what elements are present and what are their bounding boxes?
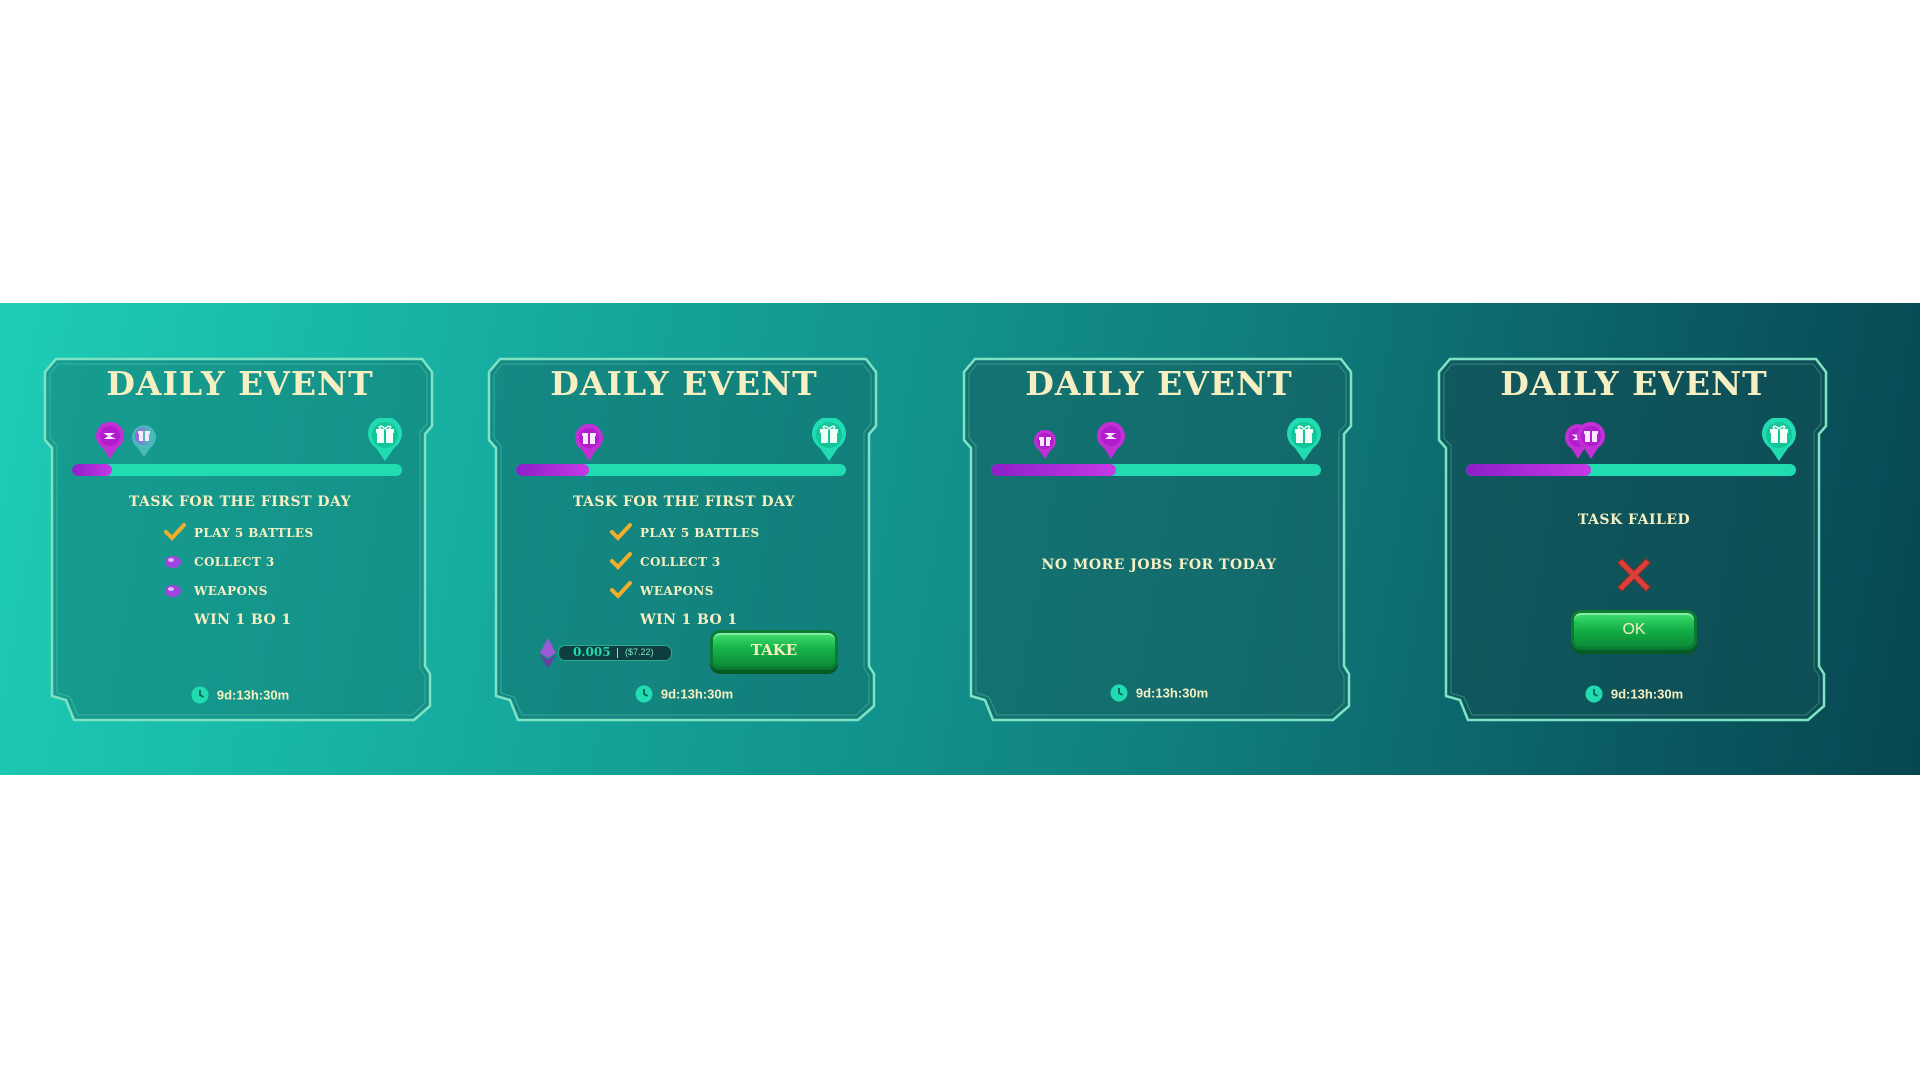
task-item: WEAPONS bbox=[165, 584, 268, 598]
task-item: WEAPONS bbox=[610, 581, 714, 599]
card-title: DAILY EVENT bbox=[1025, 364, 1293, 403]
task-subtitle: TASK FOR THE FIRST DAY bbox=[572, 494, 796, 510]
ok-button[interactable]: OK bbox=[1571, 610, 1697, 650]
reward-usd: ($7.22) bbox=[625, 647, 654, 657]
card-title: DAILY EVENT bbox=[550, 364, 818, 403]
task-subtitle: TASK FOR THE FIRST DAY bbox=[128, 494, 352, 510]
gift-icon bbox=[131, 424, 157, 458]
progress-fill bbox=[991, 464, 1117, 476]
lightning-icon bbox=[1096, 422, 1126, 460]
fail-x-icon bbox=[1617, 558, 1651, 592]
task-item: PLAY 5 BATTLES bbox=[164, 523, 314, 541]
progress-fill bbox=[1466, 464, 1592, 476]
countdown-timer: 9d:13h:30m bbox=[42, 686, 438, 704]
clock-icon bbox=[1110, 684, 1128, 702]
reward-eth: 0.005 bbox=[573, 645, 611, 659]
clock-icon bbox=[191, 686, 209, 704]
check-icon bbox=[610, 523, 632, 541]
gift-icon bbox=[1286, 418, 1322, 462]
take-button[interactable]: TAKE bbox=[710, 630, 838, 670]
daily-event-card-1: DAILY EVENT TASK FOR THE FIRST DAY PLAY … bbox=[42, 356, 438, 722]
clock-icon bbox=[1585, 685, 1603, 703]
card-frame bbox=[962, 357, 1353, 722]
gift-icon bbox=[811, 418, 847, 462]
card-frame bbox=[1437, 357, 1828, 722]
task-item: WIN 1 BO 1 bbox=[640, 612, 738, 628]
gift-icon bbox=[1576, 422, 1606, 460]
ethereum-icon bbox=[540, 638, 556, 668]
daily-event-card-4: DAILY EVENT TASK FAILED OK 9d:13h:30m bbox=[1436, 356, 1832, 722]
task-failed-text: TASK FAILED bbox=[1577, 512, 1691, 528]
progress-bar bbox=[72, 464, 402, 476]
purple-gem-icon bbox=[165, 585, 181, 597]
gift-icon bbox=[1033, 430, 1057, 460]
task-item: WIN 1 BO 1 bbox=[194, 612, 292, 628]
reward-amount: 0.005 ($7.22) bbox=[558, 645, 672, 661]
progress-fill bbox=[72, 464, 112, 476]
countdown-timer: 9d:13h:30m bbox=[961, 684, 1357, 702]
check-icon bbox=[610, 581, 632, 599]
countdown-timer: 9d:13h:30m bbox=[1436, 685, 1832, 703]
task-item: COLLECT 3 bbox=[165, 555, 275, 569]
card-title: DAILY EVENT bbox=[1500, 364, 1768, 403]
clock-icon bbox=[635, 685, 653, 703]
task-item: PLAY 5 BATTLES bbox=[610, 523, 760, 541]
gift-icon bbox=[574, 424, 604, 462]
event-banner: DAILY EVENT TASK FOR THE FIRST DAY PLAY … bbox=[0, 303, 1920, 775]
progress-bar bbox=[1466, 464, 1796, 476]
progress-bar bbox=[991, 464, 1321, 476]
gift-icon bbox=[367, 418, 403, 462]
divider bbox=[617, 648, 618, 658]
progress-bar bbox=[516, 464, 846, 476]
no-jobs-message: NO MORE JOBS FOR TODAY bbox=[1041, 557, 1277, 573]
lightning-icon bbox=[95, 422, 125, 460]
task-item: COLLECT 3 bbox=[610, 552, 721, 570]
card-title: DAILY EVENT bbox=[106, 364, 374, 403]
daily-event-card-3: DAILY EVENT NO MORE JOBS FOR TODAY 9d:13… bbox=[961, 356, 1357, 722]
purple-gem-icon bbox=[165, 556, 181, 568]
progress-fill bbox=[516, 464, 589, 476]
check-icon bbox=[610, 552, 632, 570]
countdown-timer: 9d:13h:30m bbox=[486, 685, 882, 703]
daily-event-card-2: DAILY EVENT TASK FOR THE FIRST DAY PLAY … bbox=[486, 356, 882, 722]
gift-icon bbox=[1761, 418, 1797, 462]
check-icon bbox=[164, 523, 186, 541]
